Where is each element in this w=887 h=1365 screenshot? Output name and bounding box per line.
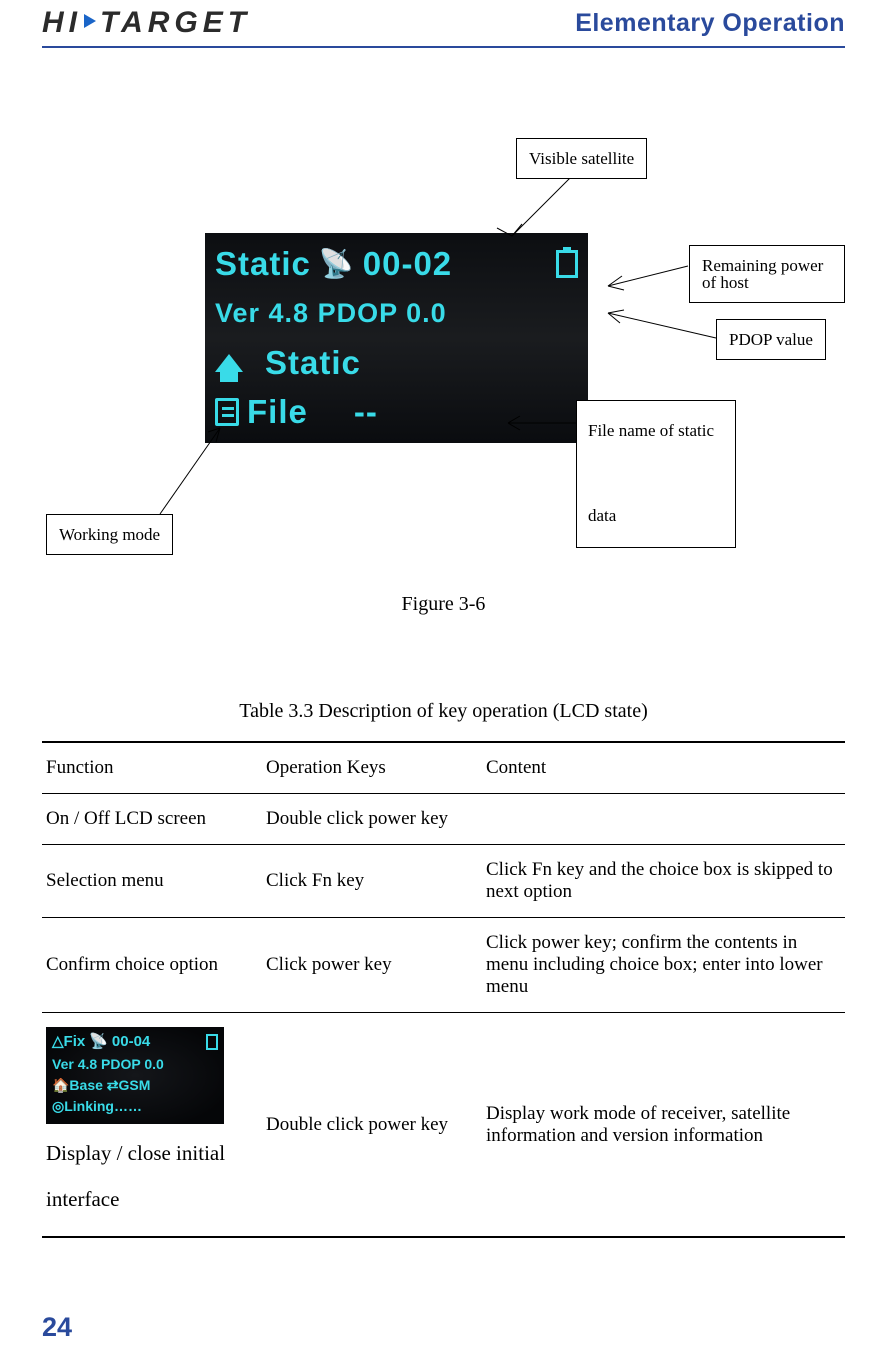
lcd-file-value: -- [354, 393, 378, 431]
brand-logo: HI TARGET [42, 6, 251, 40]
cell-keys: Click Fn key [262, 845, 482, 918]
lcd-mode2: Static [265, 344, 361, 382]
table-row: On / Off LCD screen Double click power k… [42, 794, 845, 845]
diagram: Visible satellite Remaining power of hos… [42, 98, 845, 618]
cell-keys: Click power key [262, 918, 482, 1013]
cell-function-label: Display / close initial interface [46, 1130, 252, 1222]
cell-keys: Double click power key [262, 1013, 482, 1238]
callout-visible-satellite: Visible satellite [516, 138, 647, 179]
cell-function: On / Off LCD screen [42, 794, 262, 845]
callout-working-mode: Working mode [46, 514, 173, 555]
mini-fix: △Fix [52, 1031, 85, 1054]
page-number: 24 [42, 1312, 72, 1343]
table-caption: Table 3.3 Description of key operation (… [42, 700, 845, 723]
mini-sat: 00-04 [112, 1031, 150, 1054]
th-function: Function [42, 742, 262, 794]
table-row: △Fix📡00-04 Ver 4.8 PDOP 0.0 🏠Base ⇄GSM ◎… [42, 1013, 845, 1238]
page-header: HI TARGET Elementary Operation [42, 0, 845, 48]
cell-content: Click power key; confirm the contents in… [482, 918, 845, 1013]
cell-content: Display work mode of receiver, satellite… [482, 1013, 845, 1238]
satellite-icon: 📡 [319, 247, 355, 280]
lcd-ver-pdop: Ver 4.8 PDOP 0.0 [215, 298, 447, 329]
file-icon [215, 398, 239, 426]
lcd-main: Static 📡 00-02 Ver 4.8 PDOP 0.0 Static F… [205, 233, 588, 443]
cell-content [482, 794, 845, 845]
mini-lcd: △Fix📡00-04 Ver 4.8 PDOP 0.0 🏠Base ⇄GSM ◎… [46, 1027, 224, 1124]
th-keys: Operation Keys [262, 742, 482, 794]
home-icon [215, 354, 243, 372]
mini-ver: Ver 4.8 PDOP 0.0 [52, 1054, 218, 1075]
cell-keys: Double click power key [262, 794, 482, 845]
brand-left: HI [42, 6, 82, 39]
th-content: Content [482, 742, 845, 794]
mini-link: ◎Linking…… [52, 1096, 218, 1117]
battery-icon [556, 250, 578, 278]
cell-function: △Fix📡00-04 Ver 4.8 PDOP 0.0 🏠Base ⇄GSM ◎… [42, 1013, 262, 1238]
mini-base: 🏠Base ⇄GSM [52, 1075, 218, 1096]
table-header-row: Function Operation Keys Content [42, 742, 845, 794]
table-row: Confirm choice option Click power key Cl… [42, 918, 845, 1013]
lcd-file-label: File [247, 393, 308, 431]
callout-file-name: File name of static data [576, 400, 736, 548]
cell-function: Confirm choice option [42, 918, 262, 1013]
section-title: Elementary Operation [575, 9, 845, 38]
callout-pdop: PDOP value [716, 319, 826, 360]
mini-battery-icon [206, 1034, 218, 1050]
mini-sat-icon: 📡 [89, 1031, 108, 1054]
cell-content: Click Fn key and the choice box is skipp… [482, 845, 845, 918]
cell-function: Selection menu [42, 845, 262, 918]
operation-table: Function Operation Keys Content On / Off… [42, 741, 845, 1238]
triangle-icon [84, 14, 96, 28]
callout-remaining-power: Remaining power of host [689, 245, 845, 303]
lcd-mode: Static [215, 245, 311, 283]
table-row: Selection menu Click Fn key Click Fn key… [42, 845, 845, 918]
figure-caption: Figure 3-6 [42, 593, 845, 616]
lcd-sat-count: 00-02 [363, 245, 452, 283]
brand-right: TARGET [100, 6, 251, 39]
